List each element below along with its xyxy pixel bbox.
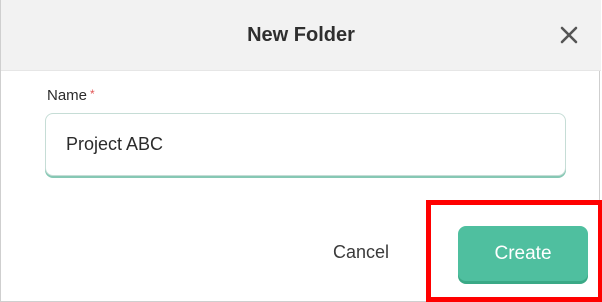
new-folder-dialog: New Folder Name* Cancel Create bbox=[0, 0, 602, 302]
close-icon bbox=[560, 26, 578, 44]
cancel-button[interactable]: Cancel bbox=[327, 226, 395, 278]
name-input-wrapper bbox=[45, 113, 566, 176]
name-field-label: Name * bbox=[47, 87, 95, 104]
dialog-header: New Folder bbox=[1, 0, 601, 71]
required-marker: * bbox=[90, 87, 95, 101]
folder-name-input[interactable] bbox=[46, 114, 565, 175]
create-button[interactable]: Create bbox=[458, 226, 588, 281]
name-label-text: Name bbox=[47, 87, 88, 104]
dialog-title: New Folder bbox=[247, 23, 355, 46]
close-button[interactable] bbox=[557, 23, 581, 47]
